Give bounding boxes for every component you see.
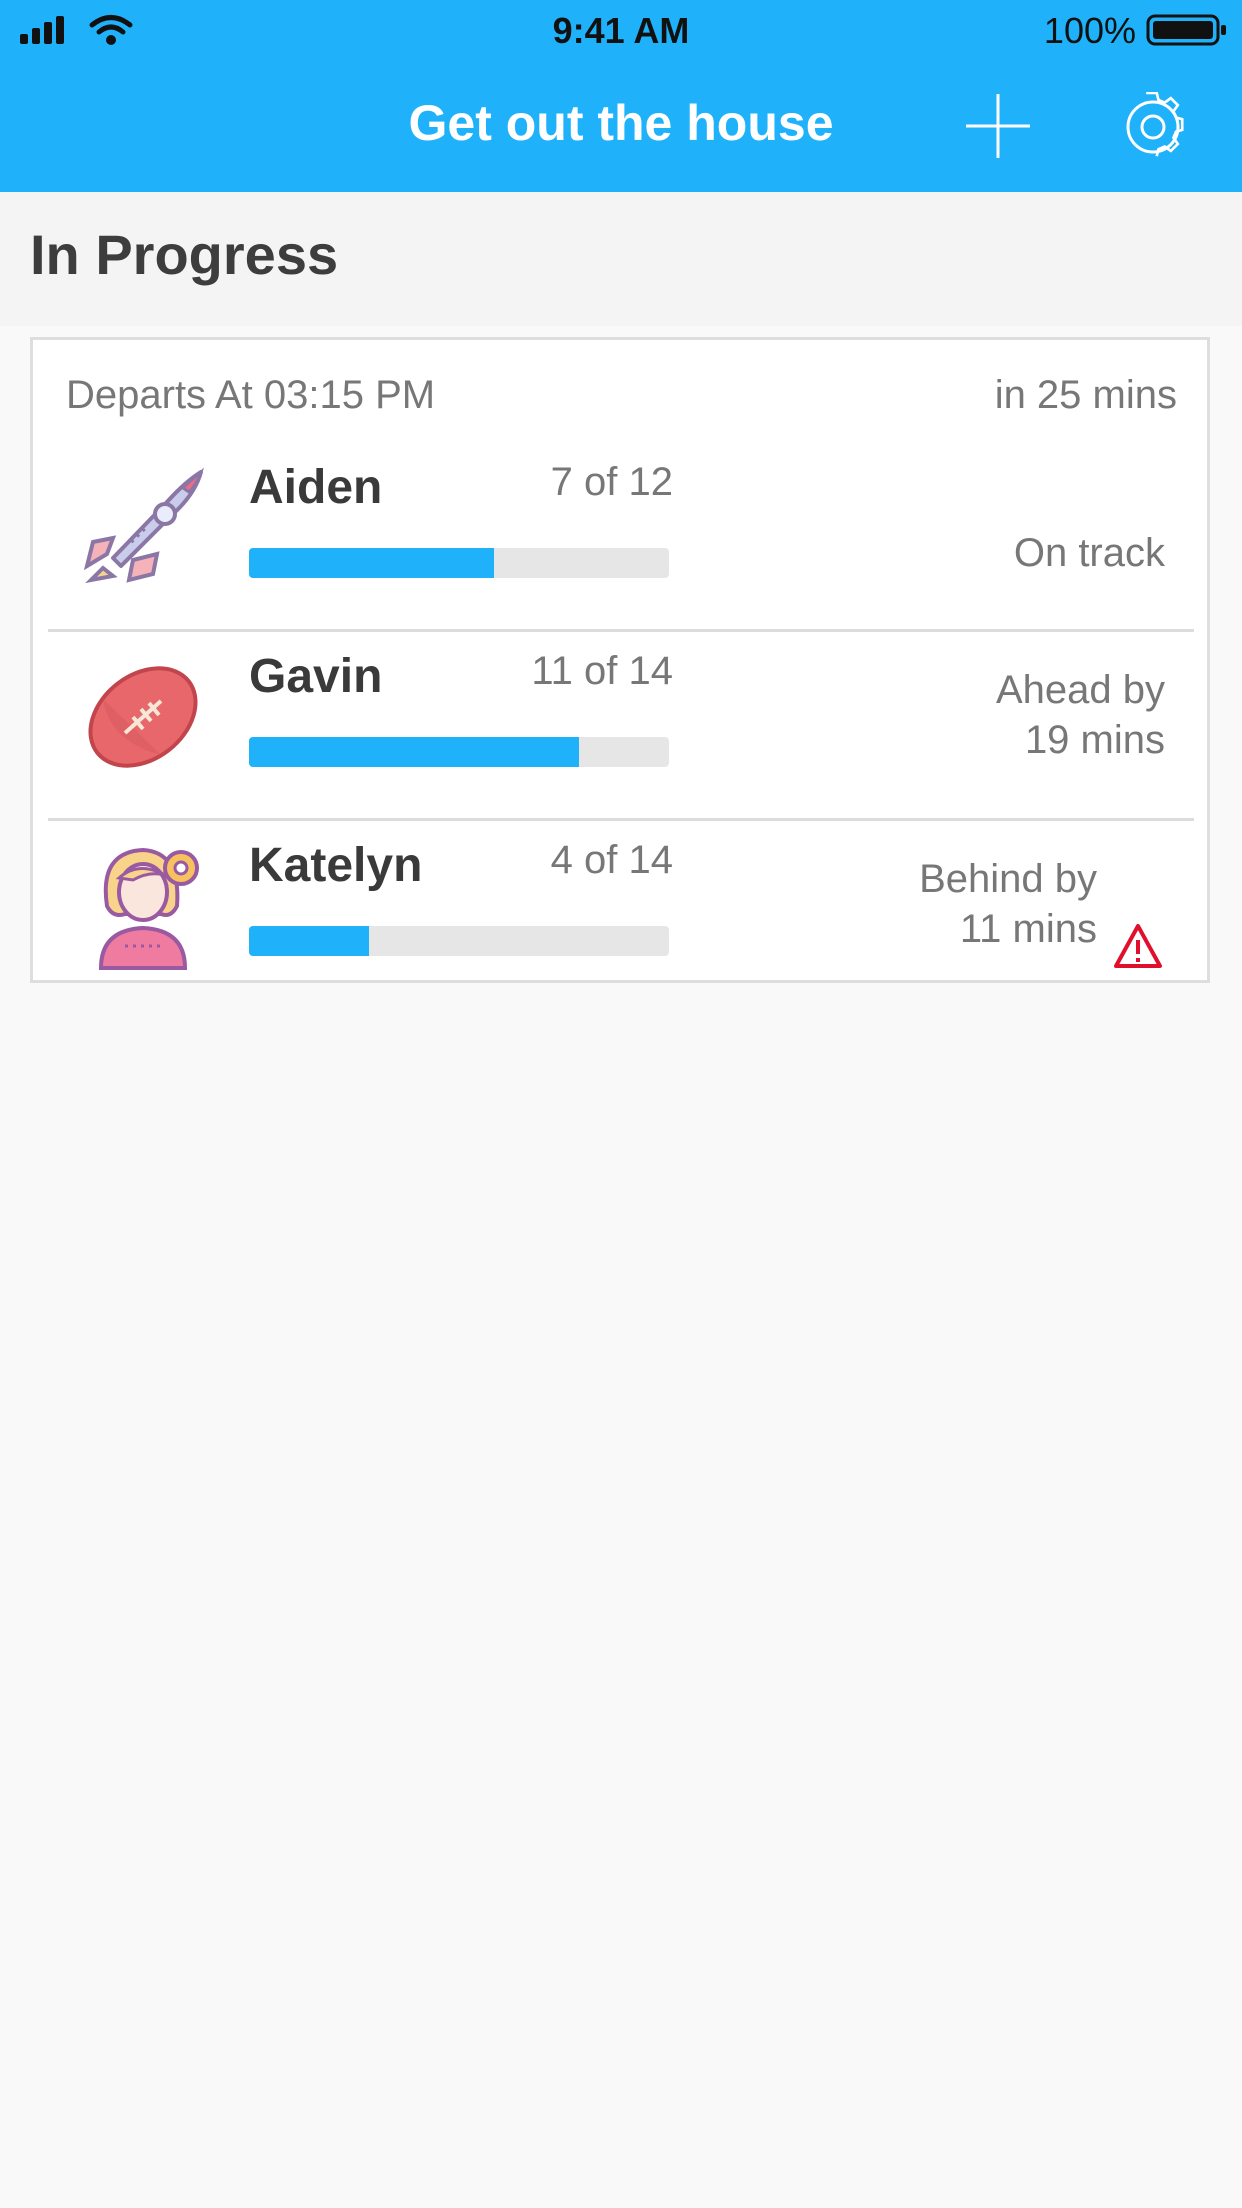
progress-fill	[249, 737, 579, 767]
football-icon	[88, 666, 198, 768]
status-bar: 9:41 AM 100%	[0, 0, 1242, 62]
plus-icon[interactable]	[962, 90, 1034, 162]
section-header: In Progress	[0, 192, 1242, 326]
kid-name: Aiden	[249, 461, 383, 514]
status-text: On track	[1014, 528, 1165, 578]
kid-name: Katelyn	[249, 839, 423, 892]
nav-title: Get out the house	[408, 95, 834, 151]
task-count: 11 of 14	[531, 649, 673, 693]
departure-countdown: in 25 mins	[994, 373, 1177, 417]
trip-card[interactable]: Departs At 03:15 PM in 25 mins Aiden 7 o…	[30, 337, 1210, 983]
progress-fill	[249, 926, 369, 956]
status-line-2: 11 mins	[959, 907, 1097, 951]
battery-icon	[1146, 14, 1226, 46]
status-text: Behind by 11 mins	[919, 854, 1097, 954]
status-line-1: Ahead by	[995, 668, 1165, 712]
gear-icon[interactable]	[1118, 92, 1188, 162]
task-count: 4 of 14	[550, 838, 673, 882]
task-count: 7 of 12	[550, 460, 673, 504]
kid-name: Gavin	[249, 650, 383, 703]
progress-fill	[249, 548, 494, 578]
status-text: Ahead by 19 mins	[996, 665, 1165, 765]
progress-bar	[249, 926, 669, 956]
warning-icon	[1114, 924, 1162, 968]
progress-bar	[249, 737, 669, 767]
departure-time: Departs At 03:15 PM	[66, 373, 436, 417]
kid-row-gavin[interactable]: Gavin 11 of 14 Ahead by 19 mins	[33, 629, 1207, 818]
app-header: 9:41 AM 100% Get out the house	[0, 0, 1242, 192]
status-line-1: On track	[1013, 531, 1165, 575]
kid-row-aiden[interactable]: Aiden 7 of 12 On track	[33, 440, 1207, 629]
section-title: In Progress	[30, 223, 339, 286]
girl-avatar-icon	[98, 847, 199, 970]
rocket-icon	[83, 467, 205, 584]
status-line-2: 19 mins	[1024, 718, 1165, 762]
kid-row-katelyn[interactable]: Katelyn 4 of 14 Behind by 11 mins	[33, 818, 1207, 1007]
battery-percent: 100%	[1043, 10, 1136, 51]
status-line-1: Behind by	[919, 857, 1097, 901]
progress-bar	[249, 548, 669, 578]
